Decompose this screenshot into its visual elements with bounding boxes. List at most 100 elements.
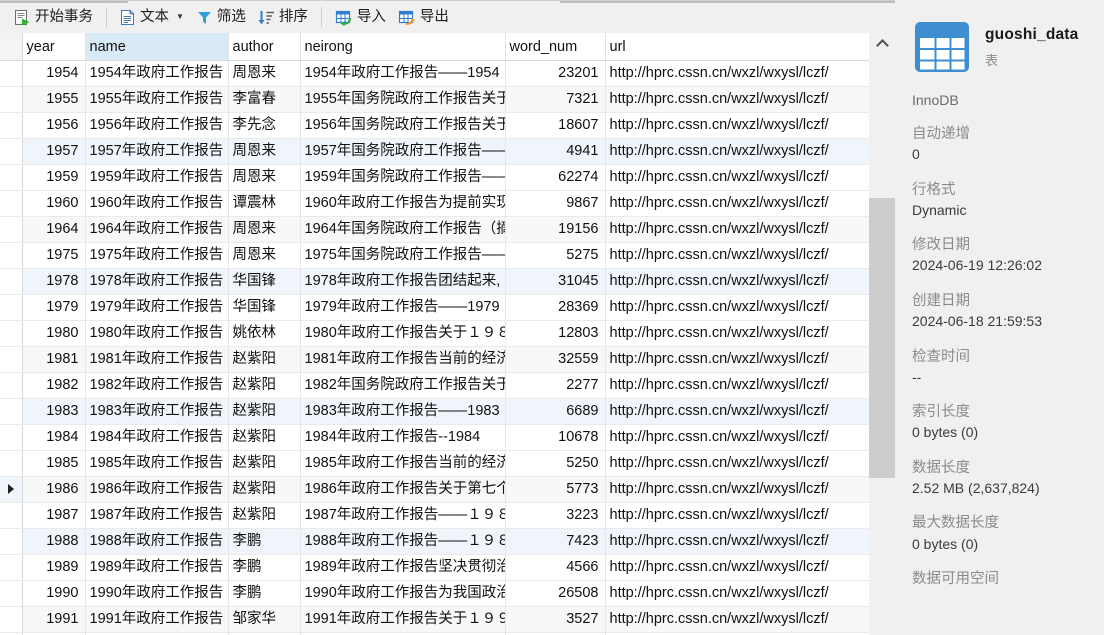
table-row[interactable]: 1975 1975年政府工作报告 周恩来 1975年国务院政府工作报告—— 5275 ht… xyxy=(0,242,870,269)
row-selector-cell[interactable] xyxy=(0,112,23,139)
cell-url[interactable]: http://hprc.cssn.cn/wxzl/wxysl/lczf/ xyxy=(605,372,870,399)
row-selector-cell[interactable] xyxy=(0,372,23,399)
cell-author[interactable]: 赵紫阳 xyxy=(228,346,301,373)
cell-url[interactable]: http://hprc.cssn.cn/wxzl/wxysl/lczf/ xyxy=(605,606,870,633)
cell-name[interactable]: 1980年政府工作报告 xyxy=(85,320,229,347)
cell-url[interactable]: http://hprc.cssn.cn/wxzl/wxysl/lczf/ xyxy=(605,398,870,425)
column-header-neirong[interactable]: neirong xyxy=(300,33,506,61)
cell-neirong[interactable]: 1989年政府工作报告坚决贯彻治 xyxy=(300,554,506,581)
cell-word_num[interactable]: 2277 xyxy=(505,372,606,399)
cell-url[interactable]: http://hprc.cssn.cn/wxzl/wxysl/lczf/ xyxy=(605,554,870,581)
scroll-up-arrow-icon[interactable] xyxy=(869,33,895,55)
table-row[interactable]: 1959 1959年政府工作报告 周恩来 1959年国务院政府工作报告—— 62274 h… xyxy=(0,164,870,191)
row-selector-cell[interactable] xyxy=(0,502,23,529)
cell-author[interactable]: 赵紫阳 xyxy=(228,450,301,477)
cell-author[interactable]: 谭震林 xyxy=(228,190,301,217)
cell-author[interactable]: 周恩来 xyxy=(228,60,301,87)
cell-author[interactable]: 李先念 xyxy=(228,112,301,139)
cell-word_num[interactable]: 7423 xyxy=(505,528,606,555)
cell-word_num[interactable]: 7321 xyxy=(505,86,606,113)
cell-neirong[interactable]: 1956年国务院政府工作报告关于 xyxy=(300,112,506,139)
row-selector-cell[interactable] xyxy=(0,190,23,217)
row-selector-cell[interactable] xyxy=(0,528,23,555)
cell-neirong[interactable]: 1978年政府工作报告团结起来, xyxy=(300,268,506,295)
row-selector-cell[interactable] xyxy=(0,476,23,503)
row-selector-cell[interactable] xyxy=(0,450,23,477)
cell-neirong[interactable]: 1987年政府工作报告——１９８ xyxy=(300,502,506,529)
cell-name[interactable]: 1955年政府工作报告 xyxy=(85,86,229,113)
row-selector-cell[interactable] xyxy=(0,346,23,373)
chevron-down-icon[interactable]: ▼ xyxy=(176,13,184,21)
cell-url[interactable]: http://hprc.cssn.cn/wxzl/wxysl/lczf/ xyxy=(605,190,870,217)
cell-word_num[interactable]: 12803 xyxy=(505,320,606,347)
row-selector-cell[interactable] xyxy=(0,424,23,451)
cell-name[interactable]: 1985年政府工作报告 xyxy=(85,450,229,477)
cell-neirong[interactable]: 1990年政府工作报告为我国政治 xyxy=(300,580,506,607)
row-selector-cell[interactable] xyxy=(0,242,23,269)
row-selector-cell[interactable] xyxy=(0,554,23,581)
table-row[interactable]: 1954 1954年政府工作报告 周恩来 1954年政府工作报告——1954 23201… xyxy=(0,60,870,87)
cell-author[interactable]: 周恩来 xyxy=(228,138,301,165)
data-grid-container[interactable]: year name author neirong word_num url 19… xyxy=(0,33,895,635)
cell-neirong[interactable]: 1982年国务院政府工作报告关于 xyxy=(300,372,506,399)
cell-year[interactable]: 1985 xyxy=(22,450,86,477)
cell-name[interactable]: 1954年政府工作报告 xyxy=(85,60,229,87)
row-selector-cell[interactable] xyxy=(0,320,23,347)
row-selector-cell[interactable] xyxy=(0,216,23,243)
cell-neirong[interactable]: 1983年政府工作报告——1983 xyxy=(300,398,506,425)
cell-year[interactable]: 1956 xyxy=(22,112,86,139)
table-row[interactable]: 1991 1991年政府工作报告 邹家华 1991年政府工作报告关于１９９ 3527 ht… xyxy=(0,606,870,633)
data-grid-body[interactable]: 1954 1954年政府工作报告 周恩来 1954年政府工作报告——1954 23201… xyxy=(0,60,870,635)
cell-author[interactable]: 李鹏 xyxy=(228,528,301,555)
cell-author[interactable]: 周恩来 xyxy=(228,164,301,191)
cell-name[interactable]: 1987年政府工作报告 xyxy=(85,502,229,529)
column-header-word-num[interactable]: word_num xyxy=(505,33,606,61)
cell-neirong[interactable]: 1991年政府工作报告关于１９９ xyxy=(300,606,506,633)
column-header-url[interactable]: url xyxy=(605,33,870,61)
table-row[interactable]: 1960 1960年政府工作报告 谭震林 1960年政府工作报告为提前实现 9867 ht… xyxy=(0,190,870,217)
cell-name[interactable]: 1959年政府工作报告 xyxy=(85,164,229,191)
column-header-author[interactable]: author xyxy=(228,33,301,61)
table-row[interactable]: 1981 1981年政府工作报告 赵紫阳 1981年政府工作报告当前的经济 32559 h… xyxy=(0,346,870,373)
row-selector-cell[interactable] xyxy=(0,138,23,165)
cell-neirong[interactable]: 1954年政府工作报告——1954 xyxy=(300,60,506,87)
cell-year[interactable]: 1979 xyxy=(22,294,86,321)
table-row[interactable]: 1989 1989年政府工作报告 李鹏 1989年政府工作报告坚决贯彻治 4566 htt… xyxy=(0,554,870,581)
cell-neirong[interactable]: 1979年政府工作报告——1979 xyxy=(300,294,506,321)
cell-year[interactable]: 1988 xyxy=(22,528,86,555)
cell-word_num[interactable]: 5773 xyxy=(505,476,606,503)
text-view-button[interactable]: 文本 ▼ xyxy=(114,4,190,30)
table-row[interactable]: 1988 1988年政府工作报告 李鹏 1988年政府工作报告——１９８ 7423 htt… xyxy=(0,528,870,555)
cell-year[interactable]: 1986 xyxy=(22,476,86,503)
cell-word_num[interactable]: 3527 xyxy=(505,606,606,633)
table-row[interactable]: 1990 1990年政府工作报告 李鹏 1990年政府工作报告为我国政治 26508 ht… xyxy=(0,580,870,607)
cell-word_num[interactable]: 6689 xyxy=(505,398,606,425)
row-selector-cell[interactable] xyxy=(0,580,23,607)
cell-year[interactable]: 1964 xyxy=(22,216,86,243)
cell-author[interactable]: 周恩来 xyxy=(228,216,301,243)
cell-neirong[interactable]: 1984年政府工作报告‐‐1984 xyxy=(300,424,506,451)
cell-year[interactable]: 1978 xyxy=(22,268,86,295)
table-row[interactable]: 1982 1982年政府工作报告 赵紫阳 1982年国务院政府工作报告关于 2277 ht… xyxy=(0,372,870,399)
cell-neirong[interactable]: 1960年政府工作报告为提前实现 xyxy=(300,190,506,217)
table-row[interactable]: 1978 1978年政府工作报告 华国锋 1978年政府工作报告团结起来, 31045 h… xyxy=(0,268,870,295)
cell-author[interactable]: 李鹏 xyxy=(228,554,301,581)
cell-word_num[interactable]: 5250 xyxy=(505,450,606,477)
cell-url[interactable]: http://hprc.cssn.cn/wxzl/wxysl/lczf/ xyxy=(605,450,870,477)
cell-word_num[interactable]: 28369 xyxy=(505,294,606,321)
row-selector-cell[interactable] xyxy=(0,86,23,113)
row-selector-cell[interactable] xyxy=(0,606,23,633)
cell-year[interactable]: 1982 xyxy=(22,372,86,399)
cell-name[interactable]: 1983年政府工作报告 xyxy=(85,398,229,425)
cell-name[interactable]: 1982年政府工作报告 xyxy=(85,372,229,399)
column-header-name[interactable]: name xyxy=(85,33,229,61)
cell-name[interactable]: 1986年政府工作报告 xyxy=(85,476,229,503)
cell-author[interactable]: 赵紫阳 xyxy=(228,398,301,425)
cell-name[interactable]: 1984年政府工作报告 xyxy=(85,424,229,451)
cell-word_num[interactable]: 19156 xyxy=(505,216,606,243)
table-row[interactable]: 1987 1987年政府工作报告 赵紫阳 1987年政府工作报告——１９８ 3223 ht… xyxy=(0,502,870,529)
cell-word_num[interactable]: 23201 xyxy=(505,60,606,87)
cell-name[interactable]: 1978年政府工作报告 xyxy=(85,268,229,295)
table-row[interactable]: 1956 1956年政府工作报告 李先念 1956年国务院政府工作报告关于 18607 h… xyxy=(0,112,870,139)
cell-author[interactable]: 赵紫阳 xyxy=(228,476,301,503)
